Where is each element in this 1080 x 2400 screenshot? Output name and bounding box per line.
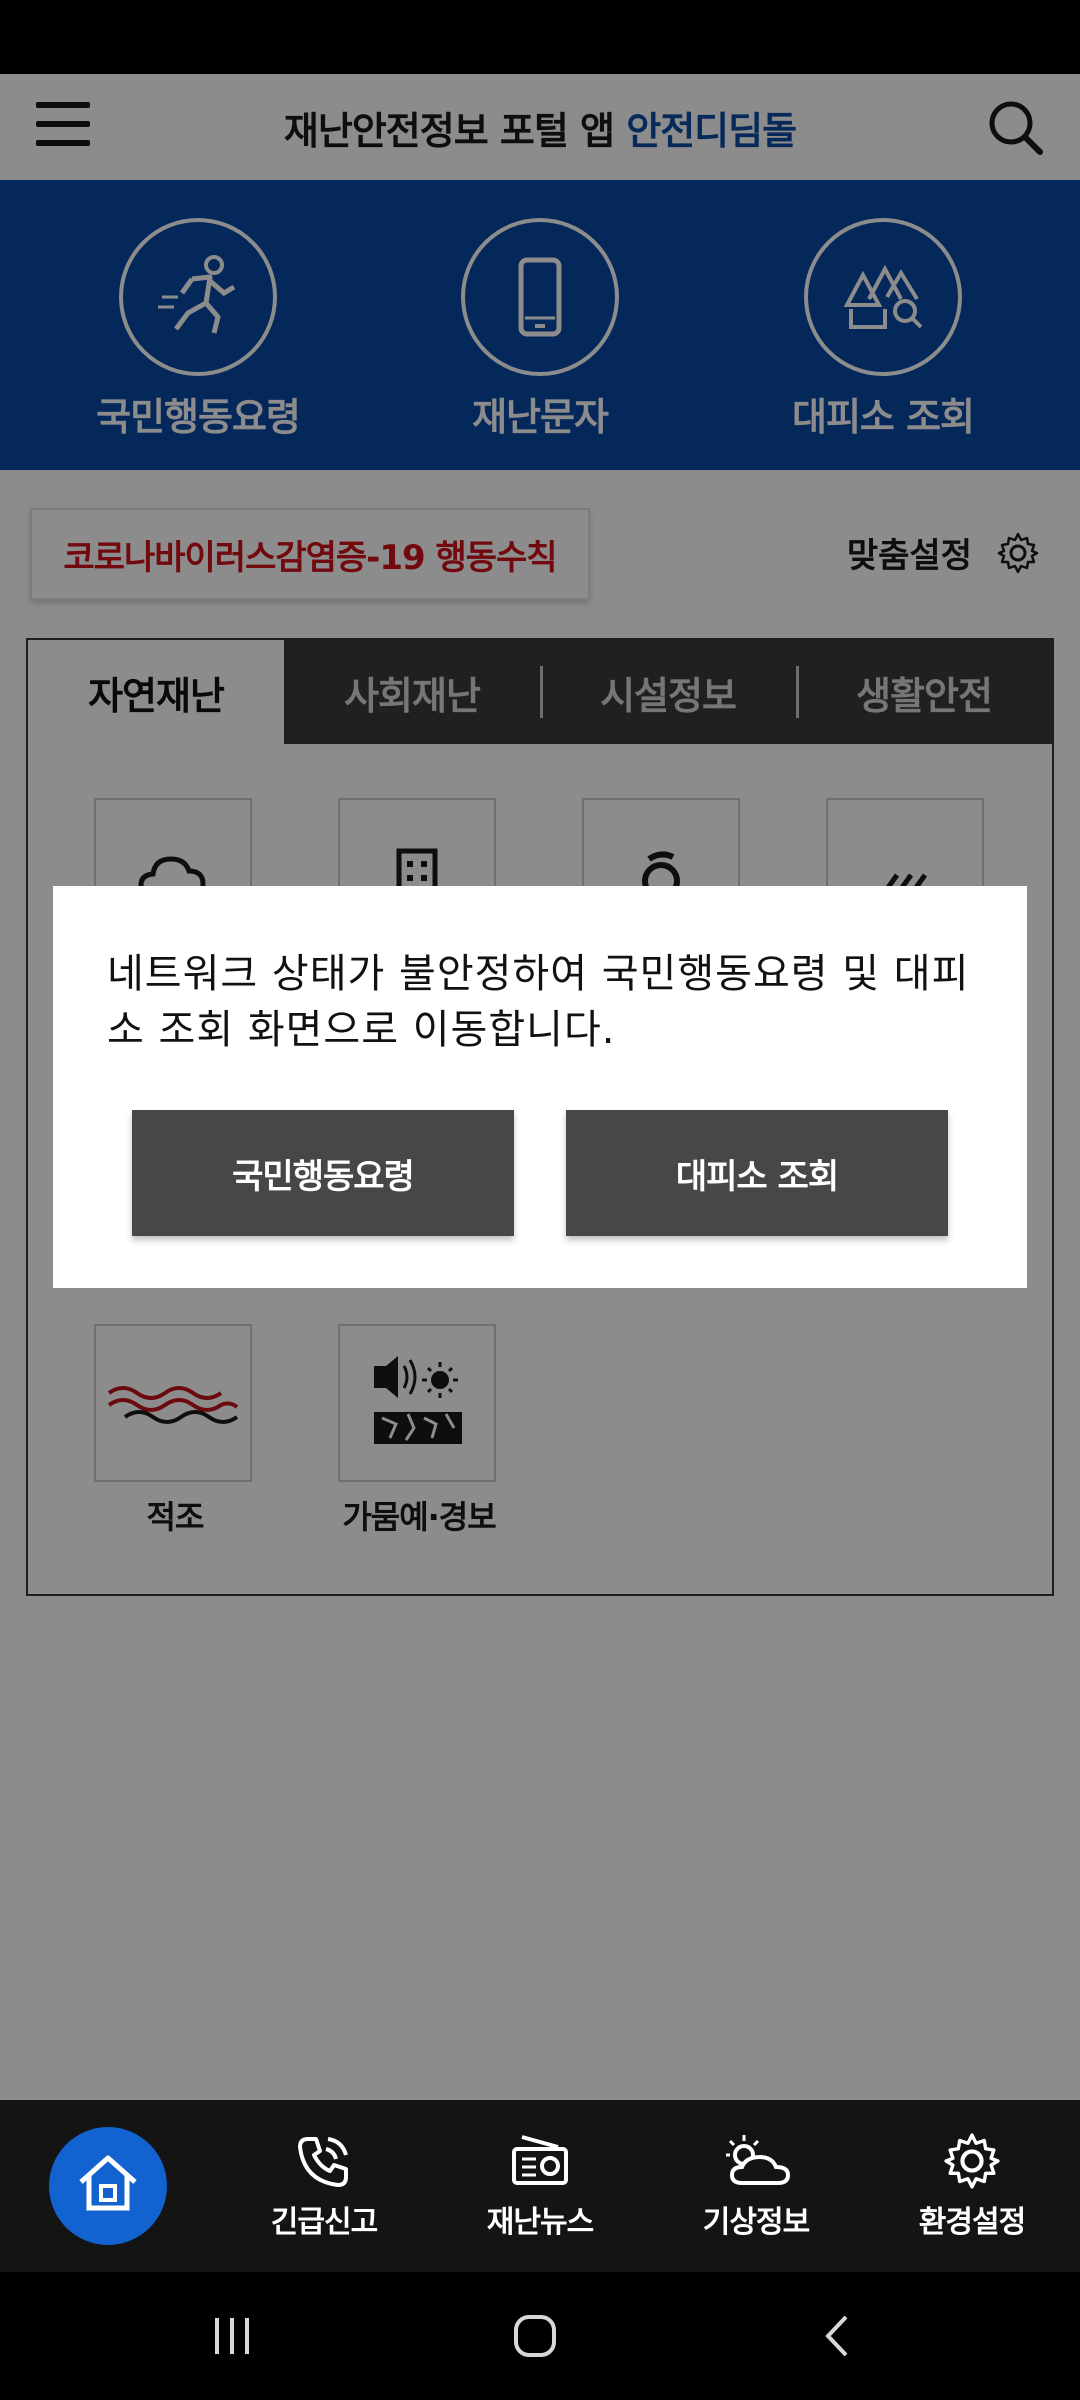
radio-icon xyxy=(512,2135,568,2185)
home-system-button[interactable] xyxy=(505,2306,565,2366)
bottom-navigation: 긴급신고 재난뉴스 기상정보 환경설정 xyxy=(0,2100,1080,2272)
back-icon xyxy=(825,2315,848,2357)
nav-label: 기상정보 xyxy=(702,2205,810,2240)
gear-icon xyxy=(944,2133,1000,2189)
system-navigation-bar xyxy=(0,2272,1080,2400)
network-alert-dialog: 네트워크 상태가 불안정하여 국민행동요령 및 대피소 조회 화면으로 이동합니… xyxy=(53,886,1027,1288)
back-button[interactable] xyxy=(808,2306,868,2366)
nav-label: 재난뉴스 xyxy=(486,2205,594,2240)
home-button-icon xyxy=(514,2315,556,2357)
recent-apps-button[interactable] xyxy=(202,2306,262,2366)
status-bar xyxy=(0,0,1080,74)
nav-label: 환경설정 xyxy=(918,2205,1026,2240)
recent-apps-icon xyxy=(215,2318,249,2354)
nav-emergency-report[interactable]: 긴급신고 xyxy=(216,2100,432,2272)
action-guide-button[interactable]: 국민행동요령 xyxy=(132,1110,514,1236)
nav-disaster-news[interactable]: 재난뉴스 xyxy=(432,2100,648,2272)
weather-icon xyxy=(726,2135,791,2185)
nav-home[interactable] xyxy=(0,2100,216,2272)
shelter-search-button[interactable]: 대피소 조회 xyxy=(566,1110,948,1236)
phone-call-icon xyxy=(298,2137,348,2187)
dialog-message: 네트워크 상태가 불안정하여 국민행동요령 및 대피소 조회 화면으로 이동합니… xyxy=(107,951,970,1053)
home-icon xyxy=(79,2155,137,2211)
nav-label: 긴급신고 xyxy=(270,2205,378,2240)
nav-weather-info[interactable]: 기상정보 xyxy=(648,2100,864,2272)
nav-settings[interactable]: 환경설정 xyxy=(864,2100,1080,2272)
